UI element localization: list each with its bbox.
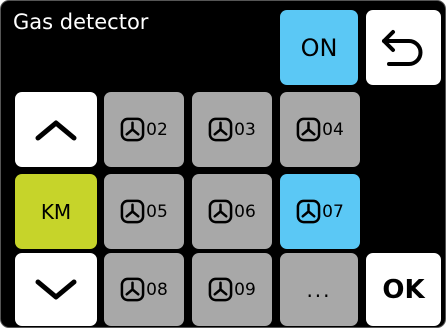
device-button-09[interactable]: 09 [192, 253, 272, 326]
more-devices-button[interactable]: ... [280, 253, 358, 326]
scroll-down-button[interactable] [15, 253, 97, 326]
gas-detector-screen: Gas detector ON KM OK ... 02 03 04 05 06 07 08… [0, 0, 446, 328]
fan-icon [208, 277, 233, 302]
device-button-04[interactable]: 04 [280, 92, 360, 167]
device-label: 02 [146, 119, 168, 140]
device-button-06[interactable]: 06 [192, 174, 272, 249]
fan-icon [120, 277, 145, 302]
fan-icon [296, 199, 321, 224]
device-label: 09 [234, 279, 256, 300]
back-button[interactable] [366, 10, 441, 85]
device-label: 07 [322, 201, 344, 222]
fan-icon [208, 199, 233, 224]
device-button-08[interactable]: 08 [104, 253, 184, 326]
on-button[interactable]: ON [280, 10, 358, 85]
device-button-05[interactable]: 05 [104, 174, 184, 249]
page-title: Gas detector [13, 10, 149, 34]
device-button-07[interactable]: 07 [280, 174, 360, 249]
device-label: 03 [234, 119, 256, 140]
device-label: 06 [234, 201, 256, 222]
device-button-03[interactable]: 03 [192, 92, 272, 167]
device-label: 05 [146, 201, 168, 222]
ok-button[interactable]: OK [366, 253, 441, 326]
fan-icon [208, 117, 233, 142]
km-button[interactable]: KM [15, 174, 97, 249]
device-label: 04 [322, 119, 344, 140]
fan-icon [296, 117, 321, 142]
back-arrow-icon [381, 29, 422, 66]
chevron-up-icon [35, 120, 77, 140]
fan-icon [120, 199, 145, 224]
scroll-up-button[interactable] [15, 92, 97, 167]
fan-icon [120, 117, 145, 142]
chevron-down-icon [35, 279, 77, 299]
device-label: 08 [146, 279, 168, 300]
device-button-02[interactable]: 02 [104, 92, 184, 167]
